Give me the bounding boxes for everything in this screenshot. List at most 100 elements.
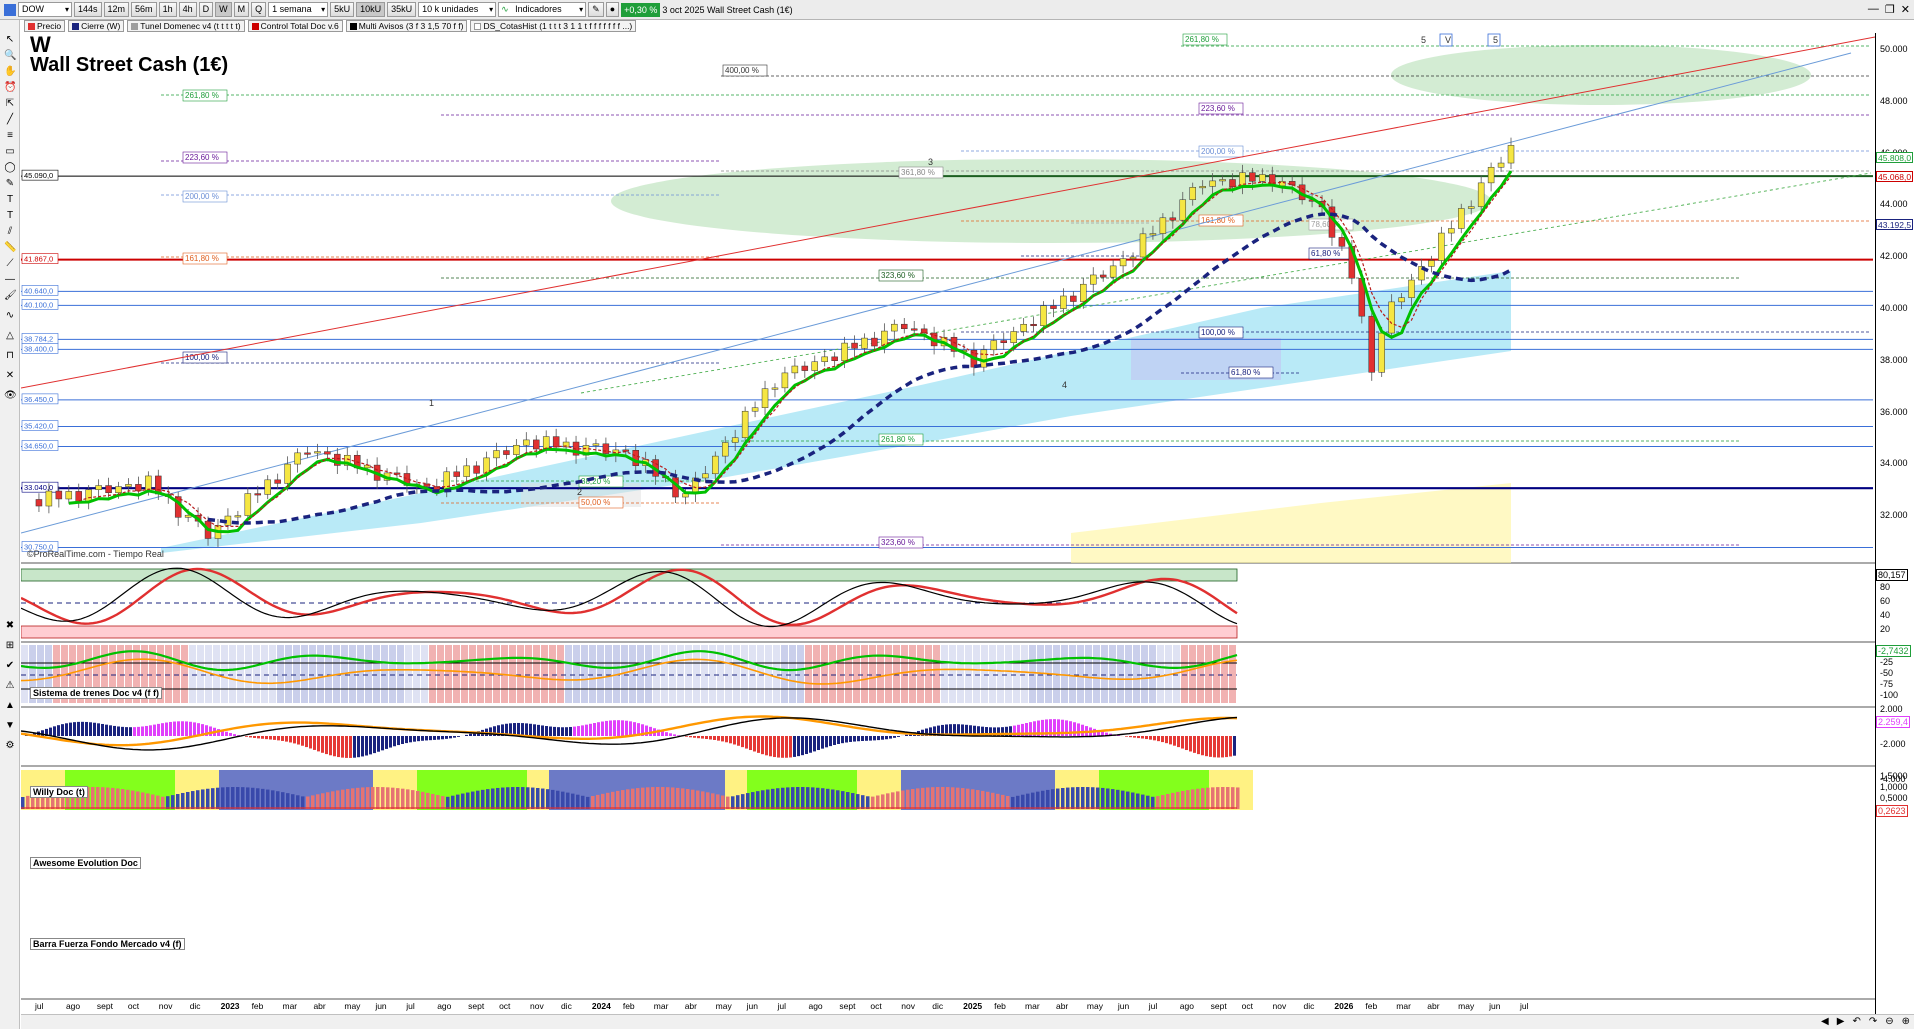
grid-icon[interactable]: ⊞ [4, 640, 16, 652]
period-1h[interactable]: 1h [158, 2, 177, 17]
pane-label-trenes[interactable]: Sistema de trenes Doc v4 (f f) [30, 687, 163, 699]
units-select[interactable]: 10 k unidades [418, 2, 497, 17]
candle [801, 365, 809, 371]
price-chart[interactable]: 45.090,0 41.867,0 40.640,0 40.100,0 38.784,2… [21, 33, 1875, 1014]
cursor-icon[interactable]: ↖ [4, 34, 16, 46]
symbol-select[interactable]: DOW [18, 2, 72, 17]
dot-icon[interactable]: ● [605, 2, 620, 17]
osc3-bar [225, 731, 228, 736]
text-icon[interactable]: T [4, 194, 16, 206]
fibonacci-icon[interactable]: ≡ [4, 130, 16, 142]
pane-label-awesome[interactable]: Awesome Evolution Doc [30, 857, 141, 869]
osc2-bar [1189, 645, 1196, 703]
osc4-bar [1091, 787, 1095, 809]
osc4-bar [971, 789, 975, 809]
osc2-bar [469, 645, 476, 703]
candle [1149, 233, 1157, 236]
price-axis-label: 38.000 [1880, 354, 1908, 365]
close-icon[interactable]: ✕ [1901, 3, 1910, 16]
study-control-total[interactable]: Control Total Doc v.6 [247, 20, 343, 32]
wave-icon[interactable]: ∿ [4, 310, 16, 322]
range-select[interactable]: 1 semana [268, 2, 329, 17]
osc3-bar [569, 726, 572, 736]
scroll-right-icon[interactable]: ▶ [1837, 1016, 1845, 1027]
units-10ku[interactable]: 10kU [356, 2, 386, 17]
pen-icon[interactable]: ✎ [4, 178, 16, 190]
text2-icon[interactable]: T [4, 210, 16, 222]
ellipse-icon[interactable]: ◯ [4, 162, 16, 174]
scroll-left-icon[interactable]: ◀ [1821, 1016, 1829, 1027]
osc3-bar [61, 724, 64, 736]
down-arrow-icon[interactable]: ▼ [4, 720, 16, 732]
trend-line-icon[interactable]: ╱ [4, 114, 16, 126]
brush-icon[interactable]: 🖌 [4, 290, 17, 302]
minimize-icon[interactable]: — [1868, 3, 1879, 16]
triangle-icon[interactable]: △ [4, 330, 16, 342]
rectangle-icon[interactable]: ▭ [4, 146, 16, 158]
period-m[interactable]: M [233, 2, 250, 17]
zoom-icon[interactable]: 🔍 [4, 50, 16, 62]
osc3-bar [1073, 722, 1076, 736]
indicators-menu[interactable]: ∿ Indicadores [498, 2, 587, 17]
study-tunel[interactable]: Tunel Domenec v4 (t t t t t) [127, 20, 245, 32]
pane-label-willy[interactable]: Willy Doc (t) [30, 786, 88, 798]
study-multi-avisos[interactable]: Multi Avisos (3 f 3 1,5 70 f f) [345, 20, 468, 32]
alarm-icon[interactable]: ⏰ [4, 82, 16, 94]
eye-icon[interactable]: 👁 [4, 390, 17, 402]
study-cierre[interactable]: Cierre (W) [68, 20, 125, 32]
candle [632, 450, 639, 466]
osc3-bar [689, 736, 692, 738]
period-12m[interactable]: 12m [103, 2, 130, 17]
osc3-bar [333, 736, 336, 757]
osc2-bar [941, 645, 948, 703]
restore-icon[interactable]: ❐ [1885, 3, 1895, 16]
check-icon[interactable]: ✔ [4, 660, 16, 672]
period-4h[interactable]: 4h [178, 2, 197, 17]
arrow-icon[interactable]: ⇱ [4, 98, 16, 110]
warning-icon[interactable]: ⚠ [4, 680, 16, 692]
ruler-icon[interactable]: 📏 [4, 242, 16, 254]
zoom-out-icon[interactable]: ⊖ [1885, 1016, 1893, 1027]
delete-icon[interactable]: ✕ [4, 370, 16, 382]
fan-icon[interactable]: ⟋ [4, 258, 16, 270]
study-precio[interactable]: Precio [24, 20, 66, 32]
x-axis-label: 2026 [1334, 1001, 1353, 1011]
osc4-bar [601, 793, 605, 809]
channel-icon[interactable]: ⫽ [4, 226, 16, 238]
osc4-bar [611, 791, 615, 809]
pane-label-barra-fuerza[interactable]: Barra Fuerza Fondo Mercado v4 (f) [30, 938, 185, 950]
osc4-bar [536, 787, 540, 809]
study-cotas-hist[interactable]: DS_CotasHist (1 t t t 3 1 1 t f f f f f … [470, 20, 637, 32]
magnet-icon[interactable]: ⊓ [4, 350, 16, 362]
fib-label: 61,80 % [1311, 249, 1340, 258]
candle [1030, 323, 1037, 327]
price-axis[interactable]: 50.00048.00046.00044.00042.00040.00038.0… [1875, 33, 1914, 1014]
period-d[interactable]: D [198, 2, 214, 17]
units-5ku[interactable]: 5kU [330, 2, 355, 17]
osc3-bar [433, 736, 436, 740]
candle [95, 485, 102, 490]
osc4-bar [521, 787, 525, 809]
up-arrow-icon[interactable]: ▲ [4, 700, 16, 712]
units-35ku[interactable]: 35kU [387, 2, 417, 17]
period-w[interactable]: W [215, 2, 232, 17]
redo-icon[interactable]: ↷ [1869, 1016, 1877, 1027]
osc3-bar [905, 734, 908, 736]
osc4-bar [951, 787, 955, 809]
osc3-bar [453, 736, 456, 738]
period-56m[interactable]: 56m [131, 2, 157, 17]
period-q[interactable]: Q [251, 2, 267, 17]
zoom-in-icon[interactable]: ⊕ [1902, 1016, 1910, 1027]
pencil-icon[interactable]: ✎ [588, 2, 604, 17]
hline-icon[interactable]: — [4, 274, 16, 286]
undo-icon[interactable]: ↶ [1852, 1016, 1860, 1027]
osc4-bar [136, 791, 140, 809]
cross-icon[interactable]: ✖ [4, 620, 16, 632]
period-144s[interactable]: 144s [74, 2, 102, 17]
osc4-bar [266, 789, 270, 809]
settings-icon[interactable]: ⚙ [4, 740, 16, 752]
osc4-bar [506, 787, 510, 809]
candle [1010, 331, 1017, 343]
x-axis-label: feb [252, 1001, 264, 1011]
hand-icon[interactable]: ✋ [4, 66, 16, 78]
